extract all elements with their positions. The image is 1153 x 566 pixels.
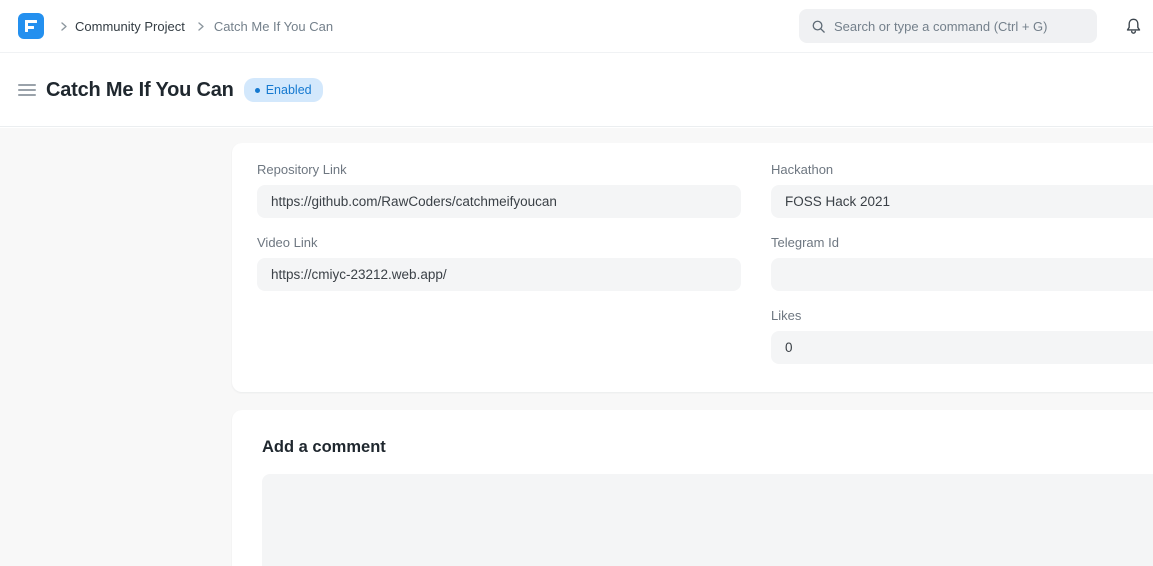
form-column-left: Repository Link Video Link: [257, 163, 741, 392]
video-link-label: Video Link: [257, 236, 741, 250]
field-likes: Likes: [771, 309, 1153, 364]
page-header: Catch Me If You Can Enabled: [0, 54, 1153, 127]
repository-link-input[interactable]: [257, 185, 741, 218]
comment-section-heading: Add a comment: [262, 438, 1153, 457]
likes-label: Likes: [771, 309, 1153, 323]
status-badge: Enabled: [244, 78, 323, 102]
telegram-id-input[interactable]: [771, 258, 1153, 291]
chevron-right-icon: [58, 21, 69, 32]
chevron-right-icon: [195, 21, 206, 32]
notifications-bell-button[interactable]: [1121, 14, 1145, 38]
app-window: Community Project Catch Me If You Can Se…: [0, 0, 1153, 566]
video-link-input[interactable]: [257, 258, 741, 291]
frappe-logo[interactable]: [18, 13, 44, 39]
field-hackathon: Hackathon: [771, 163, 1153, 218]
comment-input[interactable]: [262, 474, 1153, 566]
breadcrumb-current: Catch Me If You Can: [214, 19, 333, 34]
field-telegram-id: Telegram Id: [771, 236, 1153, 291]
top-navbar: Community Project Catch Me If You Can Se…: [0, 0, 1153, 53]
form-column-right: Hackathon Telegram Id Likes: [771, 163, 1153, 392]
search-placeholder: Search or type a command (Ctrl + G): [834, 19, 1048, 34]
search-icon: [811, 19, 826, 34]
field-repository-link: Repository Link: [257, 163, 741, 218]
likes-input[interactable]: [771, 331, 1153, 364]
field-video-link: Video Link: [257, 236, 741, 291]
form-card: Repository Link Video Link Hackathon Tel…: [232, 143, 1153, 392]
global-search-input[interactable]: Search or type a command (Ctrl + G): [799, 9, 1097, 43]
repository-link-label: Repository Link: [257, 163, 741, 177]
page-title: Catch Me If You Can: [46, 79, 234, 102]
status-dot-icon: [255, 88, 260, 93]
sidebar-toggle-hamburger-icon[interactable]: [18, 84, 36, 96]
bell-icon: [1124, 17, 1143, 36]
telegram-id-label: Telegram Id: [771, 236, 1153, 250]
status-badge-label: Enabled: [266, 83, 312, 97]
hackathon-input[interactable]: [771, 185, 1153, 218]
page-body: Repository Link Video Link Hackathon Tel…: [0, 128, 1153, 566]
breadcrumb-parent-link[interactable]: Community Project: [75, 19, 185, 34]
breadcrumb: Community Project Catch Me If You Can: [18, 13, 333, 39]
comment-card: Add a comment: [232, 410, 1153, 566]
hackathon-label: Hackathon: [771, 163, 1153, 177]
